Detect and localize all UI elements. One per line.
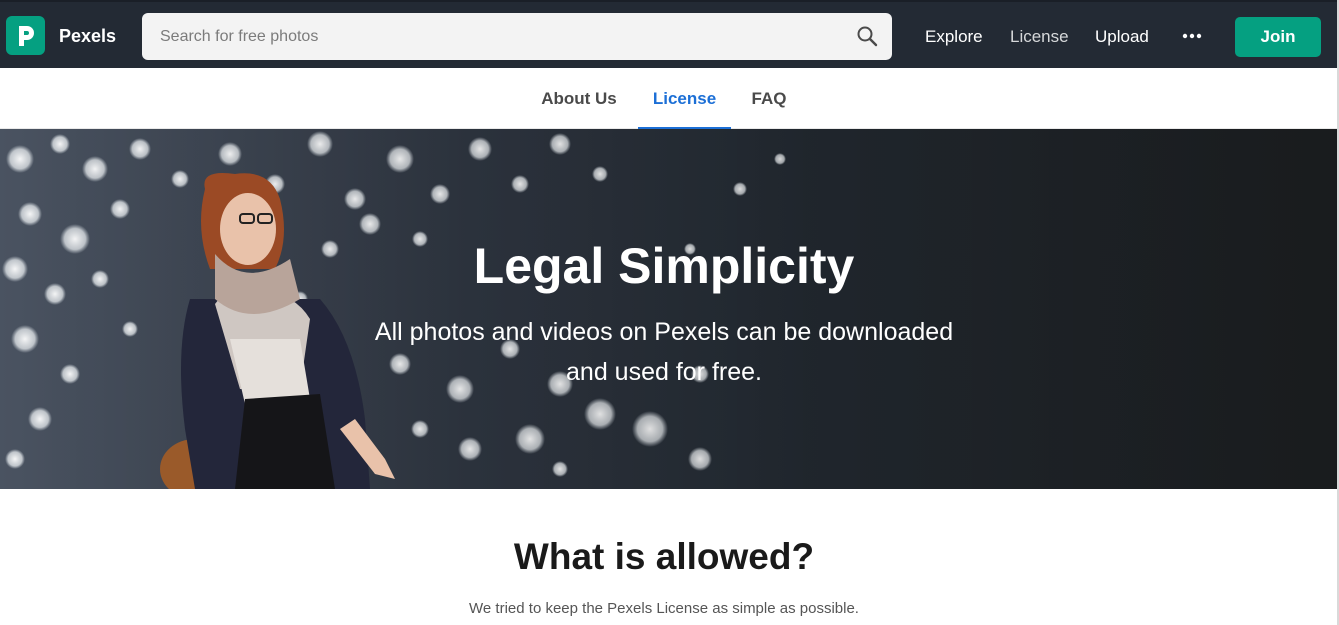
search-input[interactable]: [142, 13, 832, 60]
allowed-section-subtitle: We tried to keep the Pexels License as s…: [469, 600, 859, 617]
tab-faq[interactable]: FAQ: [740, 68, 798, 129]
hero-subtitle: All photos and videos on Pexels can be d…: [374, 318, 954, 386]
join-button[interactable]: Join: [1235, 17, 1321, 57]
pexels-logo-icon[interactable]: [6, 16, 45, 55]
top-navbar: Pexels Explore License Upload Join: [0, 0, 1339, 68]
tab-about-us[interactable]: About Us: [528, 68, 630, 129]
brand-name[interactable]: Pexels: [59, 26, 116, 47]
nav-license-link[interactable]: License: [1010, 27, 1069, 47]
nav-explore-link[interactable]: Explore: [925, 27, 983, 47]
search-icon[interactable]: [856, 25, 878, 47]
hero-background-image: [0, 129, 1339, 489]
sub-navigation: About Us License FAQ: [0, 68, 1339, 130]
hero-banner: Legal Simplicity All photos and videos o…: [0, 129, 1339, 489]
tab-license[interactable]: License: [638, 68, 731, 130]
hero-title: Legal Simplicity: [473, 238, 855, 294]
allowed-section-title: What is allowed?: [513, 536, 815, 577]
search-box[interactable]: [142, 13, 892, 60]
nav-upload-link[interactable]: Upload: [1095, 27, 1149, 47]
more-dots-icon[interactable]: [1181, 29, 1203, 43]
